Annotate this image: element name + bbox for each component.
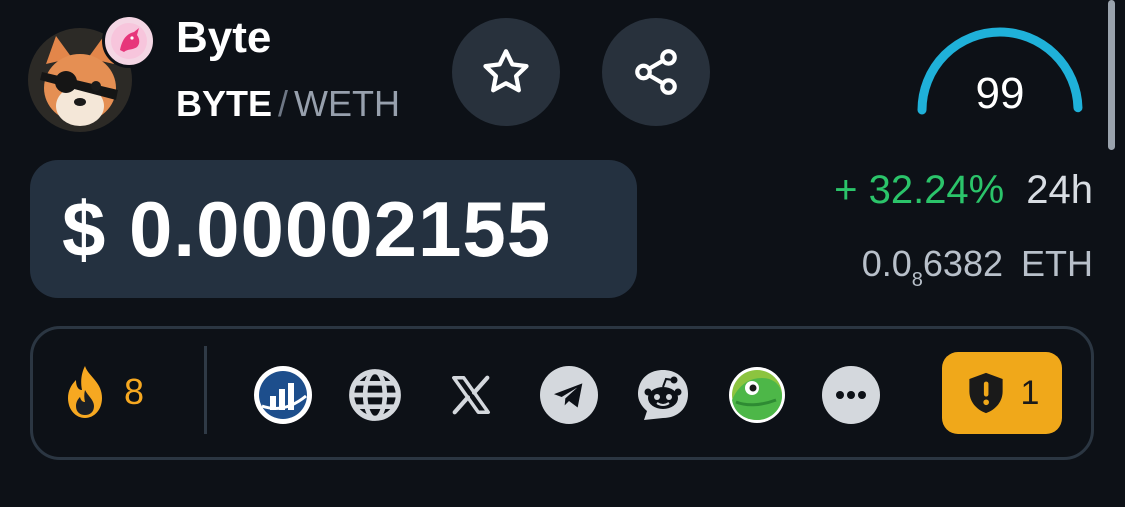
eth-price-zero-count: 8 — [911, 269, 923, 291]
coingecko-link[interactable] — [728, 366, 786, 424]
website-link[interactable] — [346, 366, 404, 424]
telegram-icon — [554, 383, 583, 408]
telegram-link[interactable] — [540, 366, 598, 424]
eth-price: 0.086382 ETH — [862, 242, 1093, 302]
more-icon — [836, 391, 866, 399]
shield-alert-icon — [968, 372, 1003, 414]
change-period: 24h — [1026, 168, 1093, 212]
quote-symbol: WETH — [294, 83, 401, 124]
divider — [204, 346, 207, 434]
favorite-button[interactable] — [452, 18, 560, 126]
pair-separator: / — [278, 83, 289, 124]
reddit-icon — [638, 370, 688, 420]
chart-site-link[interactable] — [254, 366, 312, 424]
audit-count: 1 — [1020, 373, 1040, 412]
share-button[interactable] — [602, 18, 710, 126]
price-change: + 32.24% 24h — [834, 166, 1093, 214]
eth-unit: ETH — [1021, 243, 1093, 284]
star-icon — [483, 49, 529, 93]
share-icon — [635, 49, 677, 95]
chart-site-icon — [256, 368, 310, 422]
change-percent: + 32.24% — [834, 168, 1005, 212]
usd-price: $ 0.00002155 — [30, 160, 637, 298]
trading-pair: BYTE / WETH — [176, 82, 400, 126]
coingecko-icon — [729, 367, 785, 423]
eth-price-digits: 6382 — [922, 243, 1003, 284]
uniswap-unicorn-icon — [102, 14, 156, 68]
x-twitter-icon — [452, 375, 490, 415]
reddit-link[interactable] — [634, 366, 692, 424]
website-globe-icon — [349, 369, 401, 421]
hot-score[interactable]: 8 — [62, 362, 170, 422]
more-links-button[interactable] — [822, 366, 880, 424]
hot-count: 8 — [124, 371, 145, 412]
score-value: 99 — [975, 69, 1025, 118]
base-symbol: BYTE — [176, 83, 273, 124]
eth-price-prefix: 0.0 — [861, 243, 912, 284]
flame-icon — [68, 366, 102, 418]
audit-warning-button[interactable]: 1 — [942, 352, 1062, 434]
x-twitter-link[interactable] — [442, 366, 500, 424]
token-name: Byte — [176, 13, 272, 62]
scrollbar[interactable] — [1108, 0, 1115, 150]
